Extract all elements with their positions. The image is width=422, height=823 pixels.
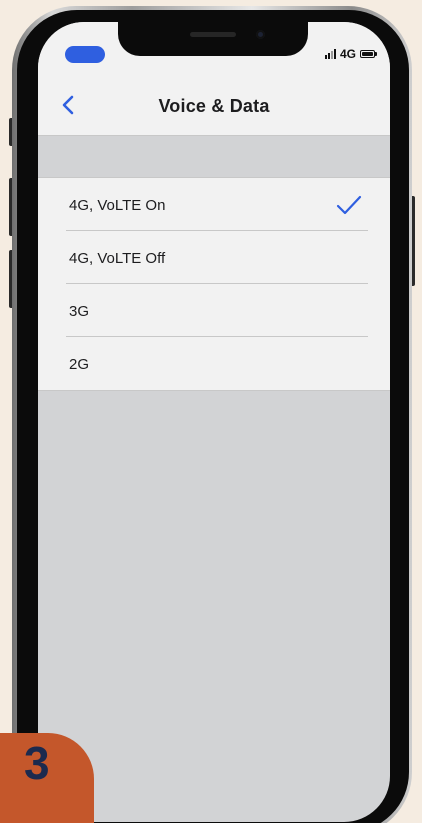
option-4g-volte-on[interactable]: 4G, VoLTE On [38,178,390,231]
page-title: Voice & Data [158,96,270,116]
section-header-spacer [38,136,390,177]
step-number: 3 [24,737,50,789]
active-call-pill [65,46,105,63]
option-4g-volte-off[interactable]: 4G, VoLTE Off [38,231,390,284]
option-label: 3G [69,303,90,320]
camera-notch [118,22,308,56]
checkmark-icon [336,195,362,215]
signal-strength-icon [324,49,336,59]
navigation-bar: Voice & Data [38,74,390,136]
front-camera-icon [256,30,265,39]
phone-screen: 4G Voice & Data 4G, VoLTE On 4G, VoLTE O… [38,22,390,822]
option-2g[interactable]: 2G [38,337,390,390]
option-label: 4G, VoLTE Off [69,250,166,267]
option-label: 2G [69,356,90,373]
status-indicators: 4G [324,46,377,62]
tutorial-stage: 4G Voice & Data 4G, VoLTE On 4G, VoLTE O… [0,0,422,823]
battery-icon [360,50,377,58]
network-type-label: 4G [339,47,356,61]
option-label: 4G, VoLTE On [69,197,166,214]
option-3g[interactable]: 3G [38,284,390,337]
network-options-list: 4G, VoLTE On 4G, VoLTE Off 3G 2G [38,177,390,391]
earpiece-speaker [190,32,236,37]
step-number-badge: 3 [0,733,94,823]
